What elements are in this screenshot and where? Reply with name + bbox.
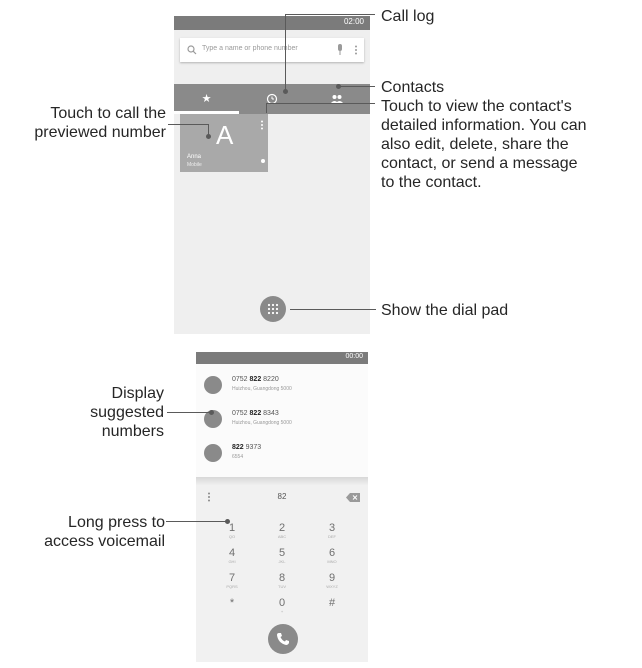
contact-avatar-icon xyxy=(204,444,222,462)
suggested-location: Huizhou, Guangdong 5000 xyxy=(232,420,292,426)
key-8[interactable]: 8 TUV xyxy=(267,572,297,589)
label-contacts: Contacts xyxy=(381,79,445,96)
callout-line-suggested xyxy=(167,412,212,413)
suggested-number-item[interactable]: 0752 822 8343 Huizhou, Guangdong 5000 xyxy=(196,404,368,434)
suggested-number-item[interactable]: 0752 822 8220 Huizhou, Guangdong 5000 xyxy=(196,370,368,400)
key-0[interactable]: 0 + xyxy=(267,597,297,614)
call-button[interactable] xyxy=(268,624,298,654)
callout-line-call-log xyxy=(285,14,286,92)
favorite-contact-card[interactable]: A Anna Mobile xyxy=(180,114,268,172)
phone-screen-main: 02:00 Type a name or phone number ★ A An… xyxy=(174,16,370,334)
label-long-press: Long press to access voicemail xyxy=(44,514,165,550)
key-7[interactable]: 7 PQRS xyxy=(217,572,247,589)
contact-info-menu-icon[interactable] xyxy=(260,120,264,130)
star-icon: ★ xyxy=(201,93,212,105)
suggested-location: Huizhou, Guangdong 5000 xyxy=(232,386,292,392)
contact-number-type: Mobile xyxy=(187,162,202,168)
divider-shadow xyxy=(196,477,368,485)
label-view-info: Touch to view the contact's detailed inf… xyxy=(381,98,587,191)
callout-dot-contacts xyxy=(336,84,341,89)
suggested-number: 0752 822 8343 xyxy=(232,410,279,417)
label-call-log: Call log xyxy=(381,8,435,25)
label-display-suggested: Display suggested numbers xyxy=(90,385,164,440)
tab-bar: ★ xyxy=(174,84,370,114)
status-time: 00:00 xyxy=(345,353,363,360)
callout-line-info xyxy=(266,103,375,104)
key-3[interactable]: 3 DEF xyxy=(317,522,347,539)
suggested-number-item[interactable]: 822 9373 6554 xyxy=(196,438,368,468)
key-9[interactable]: 9 WXYZ xyxy=(317,572,347,589)
key-star[interactable]: * xyxy=(217,597,247,609)
callout-line-call-log-h xyxy=(285,14,375,15)
status-bar: 00:00 xyxy=(196,352,368,364)
contact-avatar-icon xyxy=(204,376,222,394)
contact-initial: A xyxy=(216,120,234,150)
key-hash[interactable]: # xyxy=(317,597,347,609)
callout-line-dialpad xyxy=(290,309,376,310)
dialpad-button[interactable] xyxy=(260,296,286,322)
key-1[interactable]: 1 QO xyxy=(217,522,247,539)
callout-dot-call-log xyxy=(283,89,288,94)
suggested-number: 822 9373 xyxy=(232,444,262,451)
search-placeholder: Type a name or phone number xyxy=(202,45,298,52)
search-bar[interactable]: Type a name or phone number xyxy=(180,38,364,62)
backspace-icon[interactable] xyxy=(346,493,360,502)
suggested-number: 0752 822 8220 xyxy=(232,376,279,383)
overflow-menu-icon[interactable] xyxy=(354,45,358,55)
microphone-icon[interactable] xyxy=(336,44,344,56)
quick-call-dot-icon[interactable] xyxy=(260,158,266,164)
callout-dot-voicemail xyxy=(225,519,230,524)
status-bar: 02:00 xyxy=(174,16,370,30)
key-6[interactable]: 6 MNO xyxy=(317,547,347,564)
key-4[interactable]: 4 GHI xyxy=(217,547,247,564)
callout-line-touch-call xyxy=(168,124,208,125)
callout-line-info-v xyxy=(266,103,267,113)
callout-line-contacts xyxy=(338,86,375,87)
phone-screen-dialer: 00:00 0752 822 8220 Huizhou, Guangdong 5… xyxy=(196,352,368,662)
phone-handset-icon xyxy=(277,633,289,645)
suggested-location: 6554 xyxy=(232,454,244,460)
tab-call-log[interactable] xyxy=(239,84,304,114)
tab-favorites[interactable]: ★ xyxy=(174,84,239,114)
callout-line-voicemail xyxy=(166,521,228,522)
callout-dot-touch-call xyxy=(206,134,211,139)
label-touch-to-call: Touch to call the previewed number xyxy=(34,105,166,141)
key-5[interactable]: 5 JKL xyxy=(267,547,297,564)
dialpad-icon xyxy=(267,303,279,315)
status-time: 02:00 xyxy=(343,17,364,26)
label-show-dial-pad: Show the dial pad xyxy=(381,302,509,319)
key-2[interactable]: 2 ABC xyxy=(267,522,297,539)
search-icon xyxy=(187,45,197,55)
dialed-digits[interactable]: 82 xyxy=(196,488,368,506)
contact-name: Anna xyxy=(187,154,202,160)
callout-dot-suggested xyxy=(209,410,214,415)
